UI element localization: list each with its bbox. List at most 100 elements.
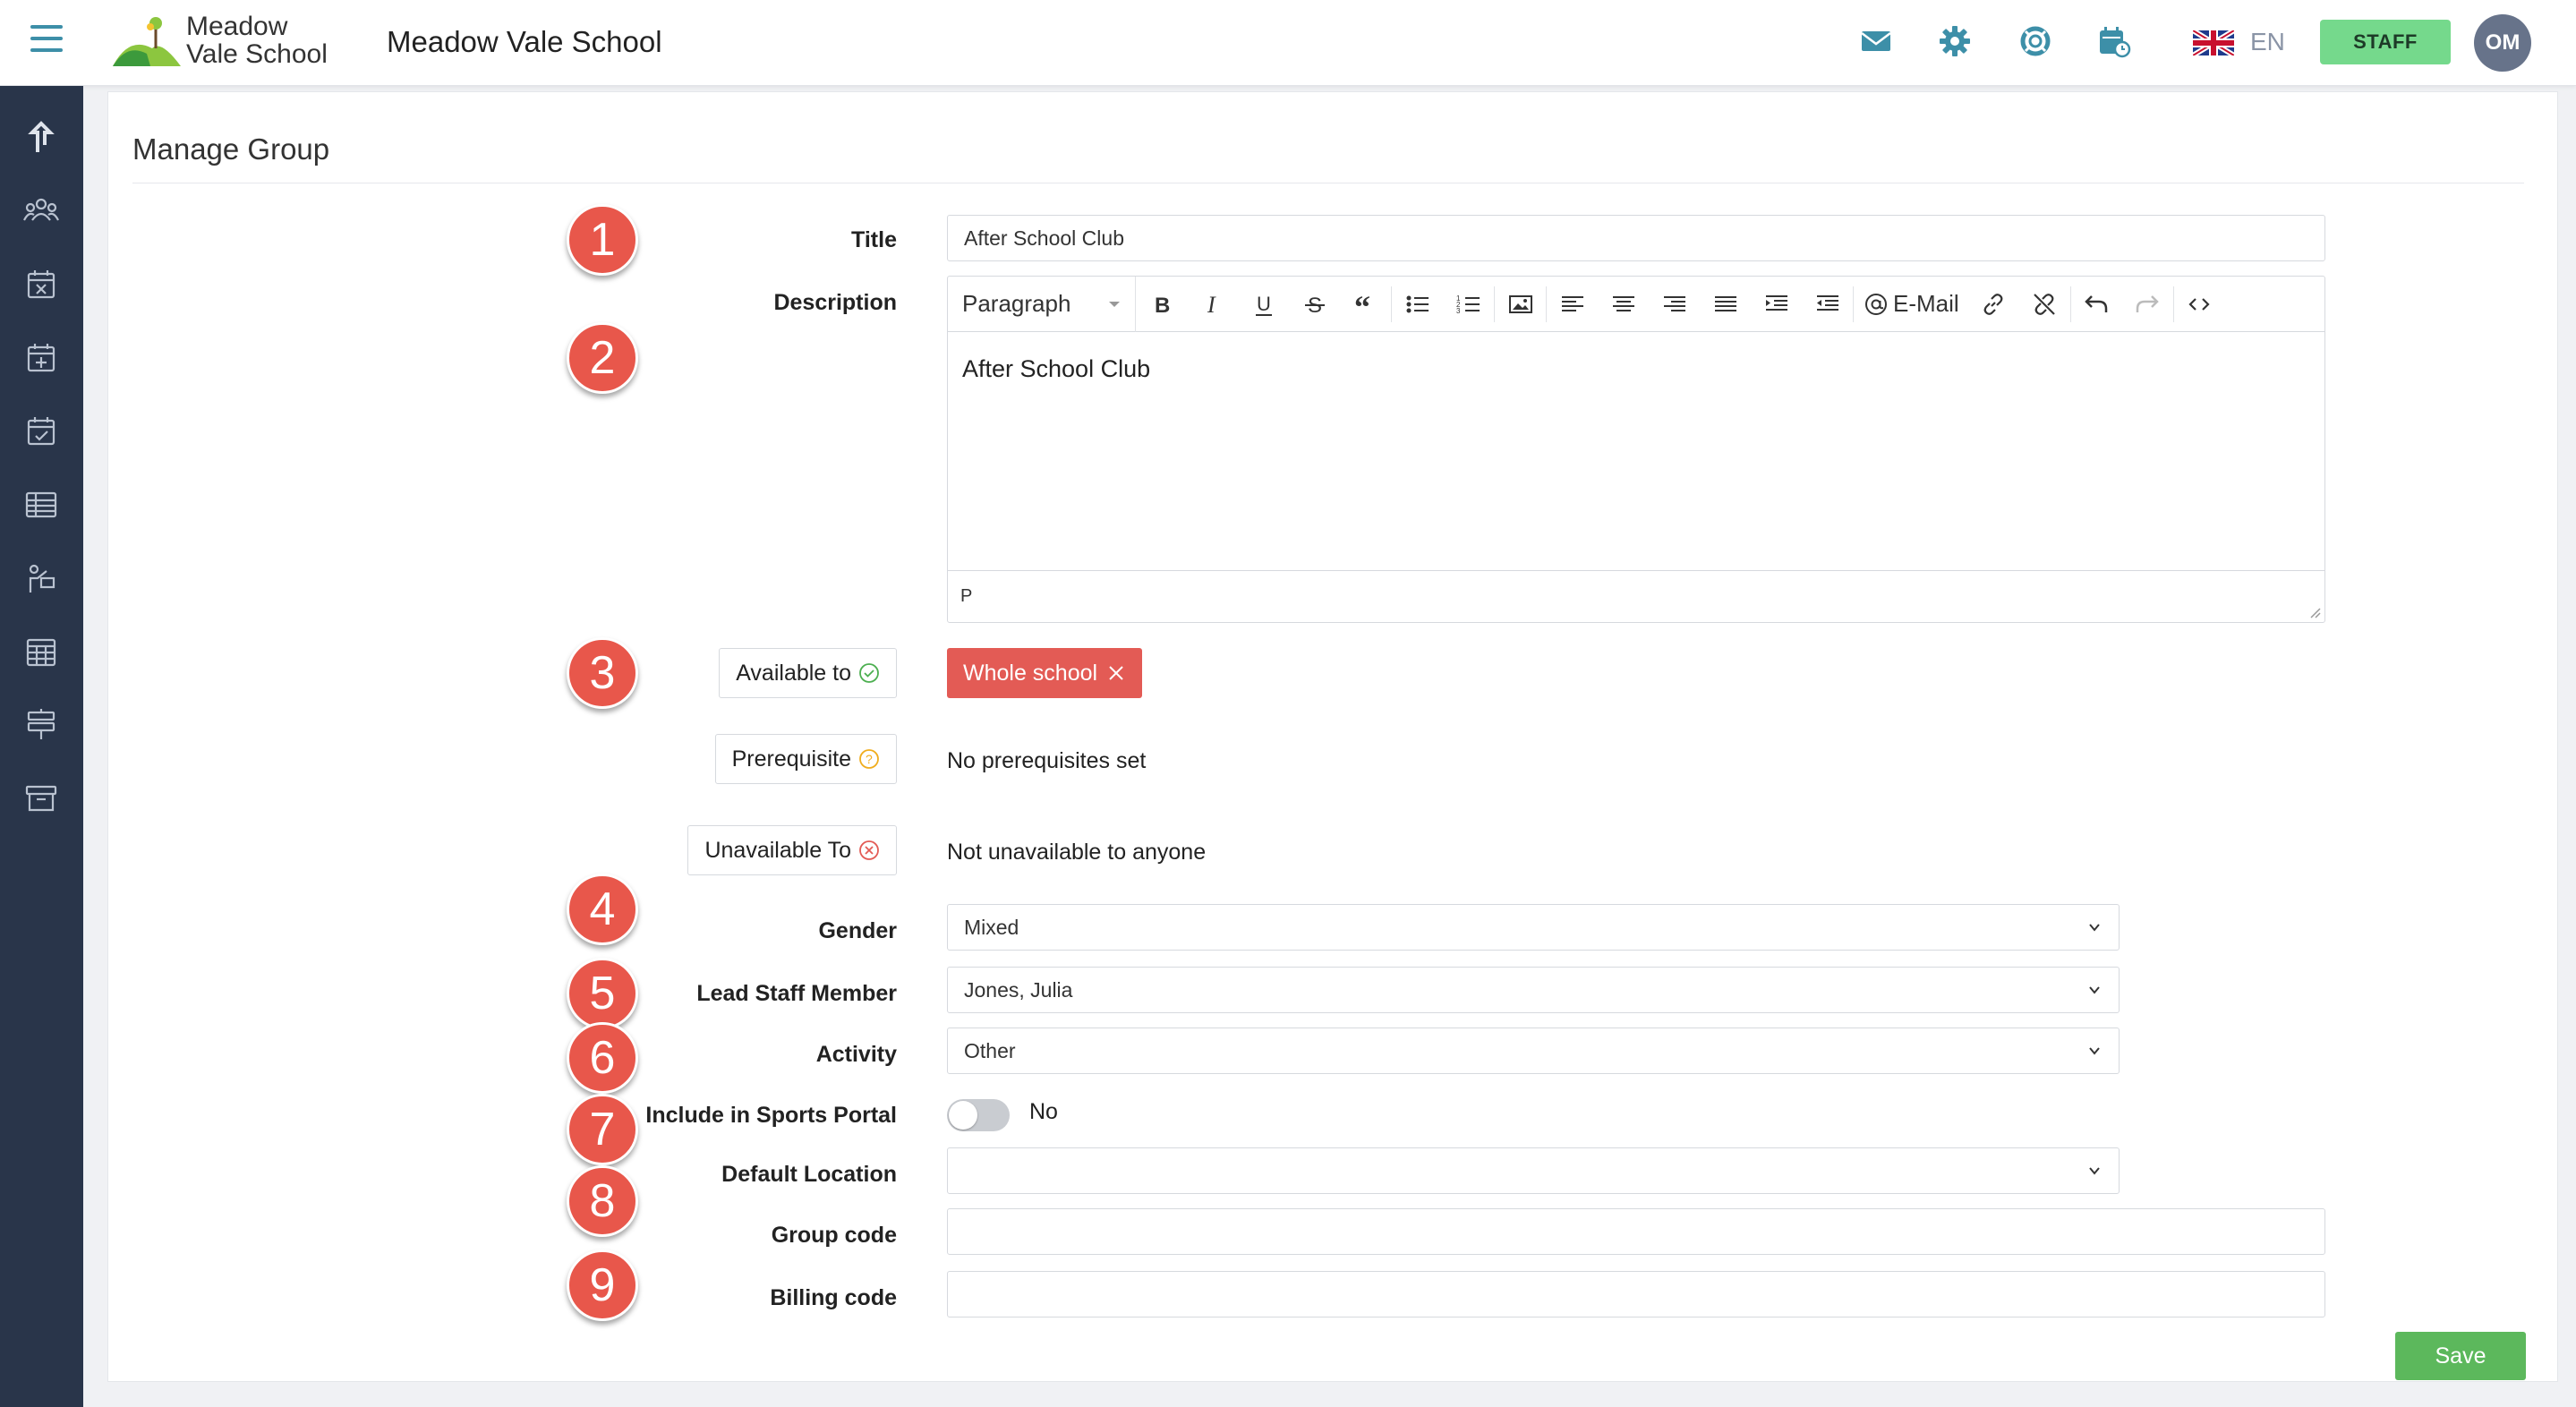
remove-link-button[interactable] bbox=[2019, 277, 2070, 332]
sidebar-presenter-icon[interactable] bbox=[21, 559, 61, 598]
align-center-button[interactable] bbox=[1598, 277, 1649, 332]
logo-line-2: Vale School bbox=[186, 39, 328, 69]
help-lifebuoy-icon[interactable] bbox=[2017, 23, 2053, 59]
title-input[interactable]: After School Club bbox=[947, 215, 2325, 261]
resize-handle-icon[interactable] bbox=[2307, 604, 2321, 618]
justify-button[interactable] bbox=[1700, 277, 1751, 332]
at-sign-icon bbox=[1865, 293, 1887, 315]
gender-select-value: Mixed bbox=[964, 915, 1019, 939]
sidebar-signpost-icon[interactable] bbox=[21, 705, 61, 745]
default-location-label: Default Location bbox=[721, 1162, 897, 1187]
insert-link-button[interactable] bbox=[1968, 277, 2019, 332]
code-icon bbox=[2188, 297, 2210, 311]
indent-icon bbox=[1765, 294, 1787, 311]
source-code-button[interactable] bbox=[2174, 277, 2225, 332]
chevron-down-icon bbox=[1109, 301, 1120, 307]
remove-tag-icon[interactable] bbox=[1106, 663, 1126, 683]
editor-content-area[interactable]: After School Club bbox=[948, 332, 2324, 570]
numbered-list-button[interactable]: 123 bbox=[1443, 277, 1494, 332]
undo-icon bbox=[2085, 294, 2108, 312]
unavailable-to-label: Unavailable To bbox=[704, 837, 851, 863]
save-button[interactable]: Save bbox=[2395, 1332, 2526, 1380]
justify-icon bbox=[1714, 295, 1736, 311]
sidebar-calendar-cancel-icon[interactable] bbox=[21, 265, 61, 304]
bullet-list-icon bbox=[1406, 295, 1429, 312]
description-editor: Paragraph B I U S “ 123 E-Mail After Sch… bbox=[947, 276, 2325, 623]
group-code-input[interactable] bbox=[947, 1208, 2325, 1255]
block-format-select[interactable]: Paragraph bbox=[948, 276, 1136, 332]
step-marker-8: 8 bbox=[567, 1165, 638, 1237]
indent-button[interactable] bbox=[1751, 277, 1802, 332]
billing-code-label: Billing code bbox=[770, 1285, 897, 1310]
undo-button[interactable] bbox=[2071, 277, 2122, 332]
user-avatar[interactable]: OM bbox=[2474, 14, 2531, 72]
svg-text:?: ? bbox=[866, 752, 873, 766]
sports-portal-toggle-label: No bbox=[1029, 1099, 1058, 1124]
sports-portal-label: Include in Sports Portal bbox=[645, 1103, 897, 1128]
gender-select[interactable]: Mixed bbox=[947, 904, 2120, 951]
sidebar-table-icon[interactable] bbox=[21, 485, 61, 524]
uk-flag-icon[interactable] bbox=[2193, 30, 2234, 55]
question-circle-icon: ? bbox=[859, 749, 879, 769]
step-marker-7: 7 bbox=[567, 1094, 638, 1165]
bold-button[interactable]: B bbox=[1136, 277, 1187, 332]
svg-text:I: I bbox=[1207, 292, 1216, 318]
title-input-value: After School Club bbox=[964, 226, 1124, 250]
billing-code-input[interactable] bbox=[947, 1271, 2325, 1317]
sidebar-archive-icon[interactable] bbox=[21, 779, 61, 818]
chevron-down-icon bbox=[2089, 986, 2100, 994]
top-bar: Meadow Vale School Meadow Vale School EN… bbox=[0, 0, 2576, 86]
logo-text: Meadow Vale School bbox=[186, 13, 328, 68]
sidebar-calendar-check-icon[interactable] bbox=[21, 412, 61, 451]
calendar-clock-icon[interactable] bbox=[2096, 23, 2132, 59]
align-right-button[interactable] bbox=[1649, 277, 1700, 332]
svg-text:“: “ bbox=[1354, 291, 1370, 318]
language-selector[interactable]: EN bbox=[2250, 28, 2285, 56]
default-location-select[interactable] bbox=[947, 1147, 2120, 1194]
sidebar-groups-icon[interactable] bbox=[21, 192, 61, 231]
insert-email-button[interactable]: E-Mail bbox=[1854, 277, 1968, 332]
step-marker-9: 9 bbox=[567, 1249, 638, 1321]
available-to-tag-label: Whole school bbox=[963, 660, 1098, 686]
italic-button[interactable]: I bbox=[1187, 277, 1238, 332]
settings-gear-icon[interactable] bbox=[1937, 23, 1973, 59]
outdent-icon bbox=[1816, 294, 1838, 311]
sidebar-calendar-add-icon[interactable] bbox=[21, 338, 61, 378]
svg-text:U: U bbox=[1257, 293, 1271, 315]
activity-select[interactable]: Other bbox=[947, 1028, 2120, 1074]
step-marker-6: 6 bbox=[567, 1022, 638, 1094]
blockquote-button[interactable]: “ bbox=[1340, 277, 1391, 332]
editor-toolbar: Paragraph B I U S “ 123 E-Mail bbox=[948, 276, 2324, 332]
editor-content-text: After School Club bbox=[962, 355, 1151, 382]
toggle-knob bbox=[949, 1101, 977, 1130]
available-to-button[interactable]: Available to bbox=[719, 648, 897, 698]
prerequisite-value: No prerequisites set bbox=[947, 748, 1147, 773]
step-marker-1: 1 bbox=[567, 204, 638, 276]
activity-label: Activity bbox=[815, 1042, 897, 1067]
staff-button[interactable]: STAFF bbox=[2320, 20, 2451, 64]
outdent-button[interactable] bbox=[1802, 277, 1853, 332]
unavailable-to-value: Not unavailable to anyone bbox=[947, 840, 1207, 865]
prerequisite-button[interactable]: Prerequisite ? bbox=[714, 734, 897, 784]
sports-portal-toggle[interactable] bbox=[947, 1099, 1010, 1131]
available-to-label: Available to bbox=[736, 660, 851, 686]
sidebar-back-arrow-icon[interactable] bbox=[21, 118, 61, 158]
bullet-list-button[interactable] bbox=[1392, 277, 1443, 332]
insert-image-button[interactable] bbox=[1495, 277, 1546, 332]
strikethrough-icon: S bbox=[1304, 294, 1325, 318]
hamburger-menu-icon[interactable] bbox=[30, 25, 63, 54]
available-to-tag[interactable]: Whole school bbox=[947, 648, 1143, 698]
unlink-icon bbox=[2034, 293, 2055, 315]
chevron-down-icon bbox=[2089, 924, 2100, 932]
lead-staff-select[interactable]: Jones, Julia bbox=[947, 967, 2120, 1013]
align-left-button[interactable] bbox=[1547, 277, 1598, 332]
redo-button[interactable] bbox=[2122, 277, 2173, 332]
underline-button[interactable]: U bbox=[1238, 277, 1289, 332]
unavailable-to-button[interactable]: Unavailable To bbox=[687, 825, 897, 875]
quote-icon: “ bbox=[1354, 291, 1370, 318]
strikethrough-button[interactable]: S bbox=[1289, 277, 1340, 332]
sidebar-calendar-grid-icon[interactable] bbox=[21, 632, 61, 671]
step-marker-2: 2 bbox=[567, 322, 638, 394]
italic-icon: I bbox=[1207, 292, 1216, 318]
mail-icon[interactable] bbox=[1858, 23, 1894, 59]
